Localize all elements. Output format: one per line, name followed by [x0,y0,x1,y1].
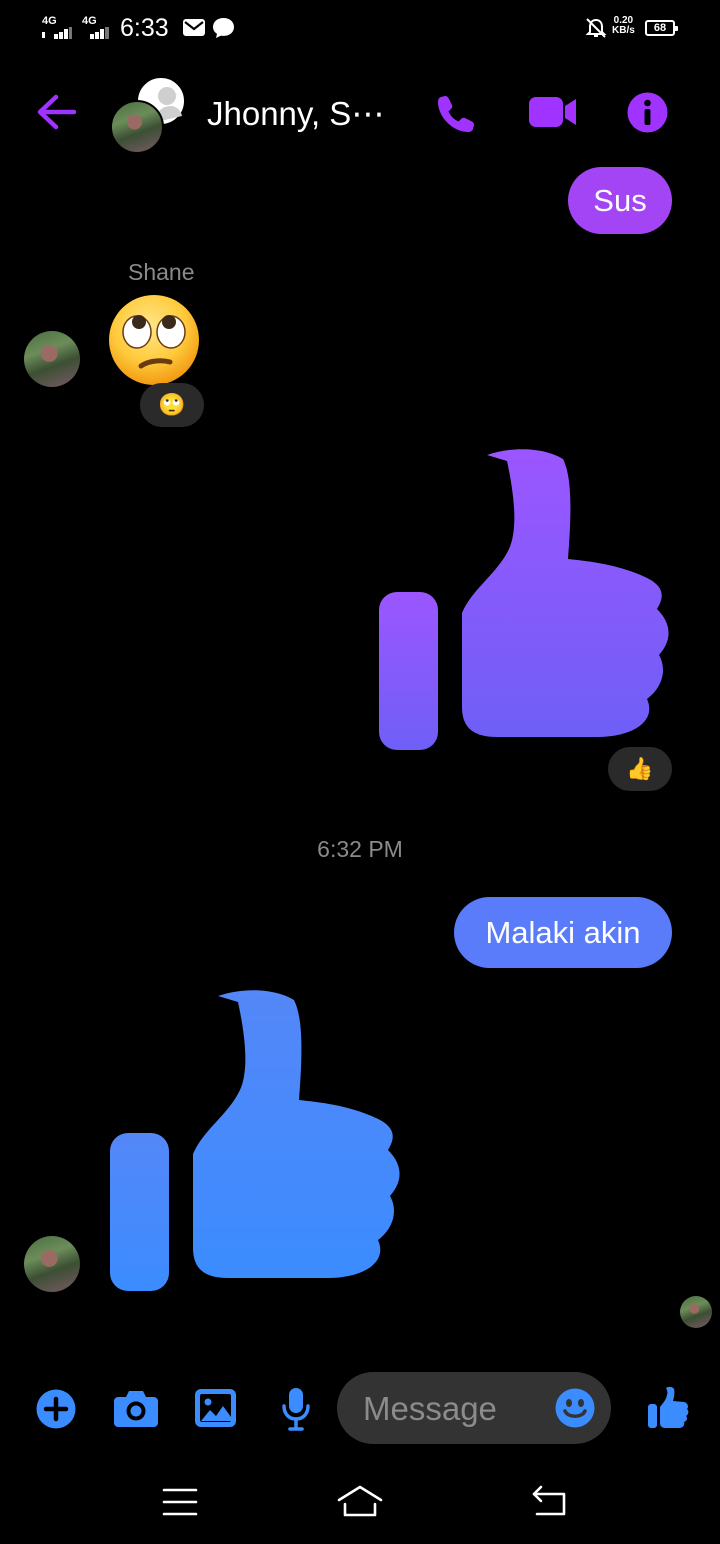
primary-avatar [110,100,164,154]
info-icon[interactable] [627,92,668,133]
back-arrow-icon[interactable] [36,94,76,130]
speed-unit: KB/s [612,25,635,36]
network-speed: 0.20 KB/s [612,16,635,36]
status-time: 6:33 [120,14,169,42]
battery-indicator: 68 [645,20,678,36]
mail-icon [183,19,205,36]
message-text: Malaki akin [485,914,641,950]
plus-icon[interactable] [36,1389,76,1429]
signal-icon-2 [90,27,109,39]
camera-icon[interactable] [114,1389,158,1427]
chat-header: Jhonny, S⋯ [0,70,720,160]
emoji-icon[interactable] [555,1388,595,1428]
outgoing-like-sticker[interactable] [377,449,669,752]
signal-icon-1 [42,27,72,39]
incoming-like-sticker[interactable] [108,990,400,1293]
gallery-icon[interactable] [195,1389,236,1427]
status-bar: 4G 4G 6:33 0.20 KB/s 68 [0,0,720,56]
like-icon[interactable] [647,1385,689,1429]
message-input-container[interactable] [337,1372,611,1446]
return-icon[interactable] [529,1485,569,1517]
message-reaction[interactable]: 👍 [608,747,672,791]
phone-icon[interactable] [436,94,476,134]
network-label-1: 4G [42,15,57,27]
reaction-emoji: 👍 [626,756,654,781]
sender-avatar[interactable] [24,1236,80,1292]
conversation-title[interactable]: Jhonny, S⋯ [207,94,384,133]
home-icon[interactable] [336,1484,384,1518]
alarm-off-icon [585,18,607,38]
chat-bubble-icon [213,18,234,38]
video-camera-icon[interactable] [529,95,577,129]
sender-avatar[interactable] [24,331,80,387]
outgoing-message-bubble[interactable]: Malaki akin [454,897,672,968]
reaction-emoji: 🙄 [158,392,186,417]
read-receipt-avatar [680,1296,712,1328]
message-timestamp: 6:32 PM [317,836,403,862]
message-text: Sus [593,182,647,218]
outgoing-message-bubble[interactable]: Sus [568,167,672,234]
microphone-icon[interactable] [281,1387,311,1431]
sender-name: Shane [128,259,195,285]
message-input[interactable] [361,1372,555,1446]
network-label-2: 4G [82,15,97,27]
group-avatar[interactable] [110,76,186,154]
battery-level: 68 [653,22,667,34]
menu-icon[interactable] [162,1487,198,1517]
message-reaction[interactable]: 🙄 [140,383,204,427]
eye-roll-emoji[interactable] [108,294,200,386]
